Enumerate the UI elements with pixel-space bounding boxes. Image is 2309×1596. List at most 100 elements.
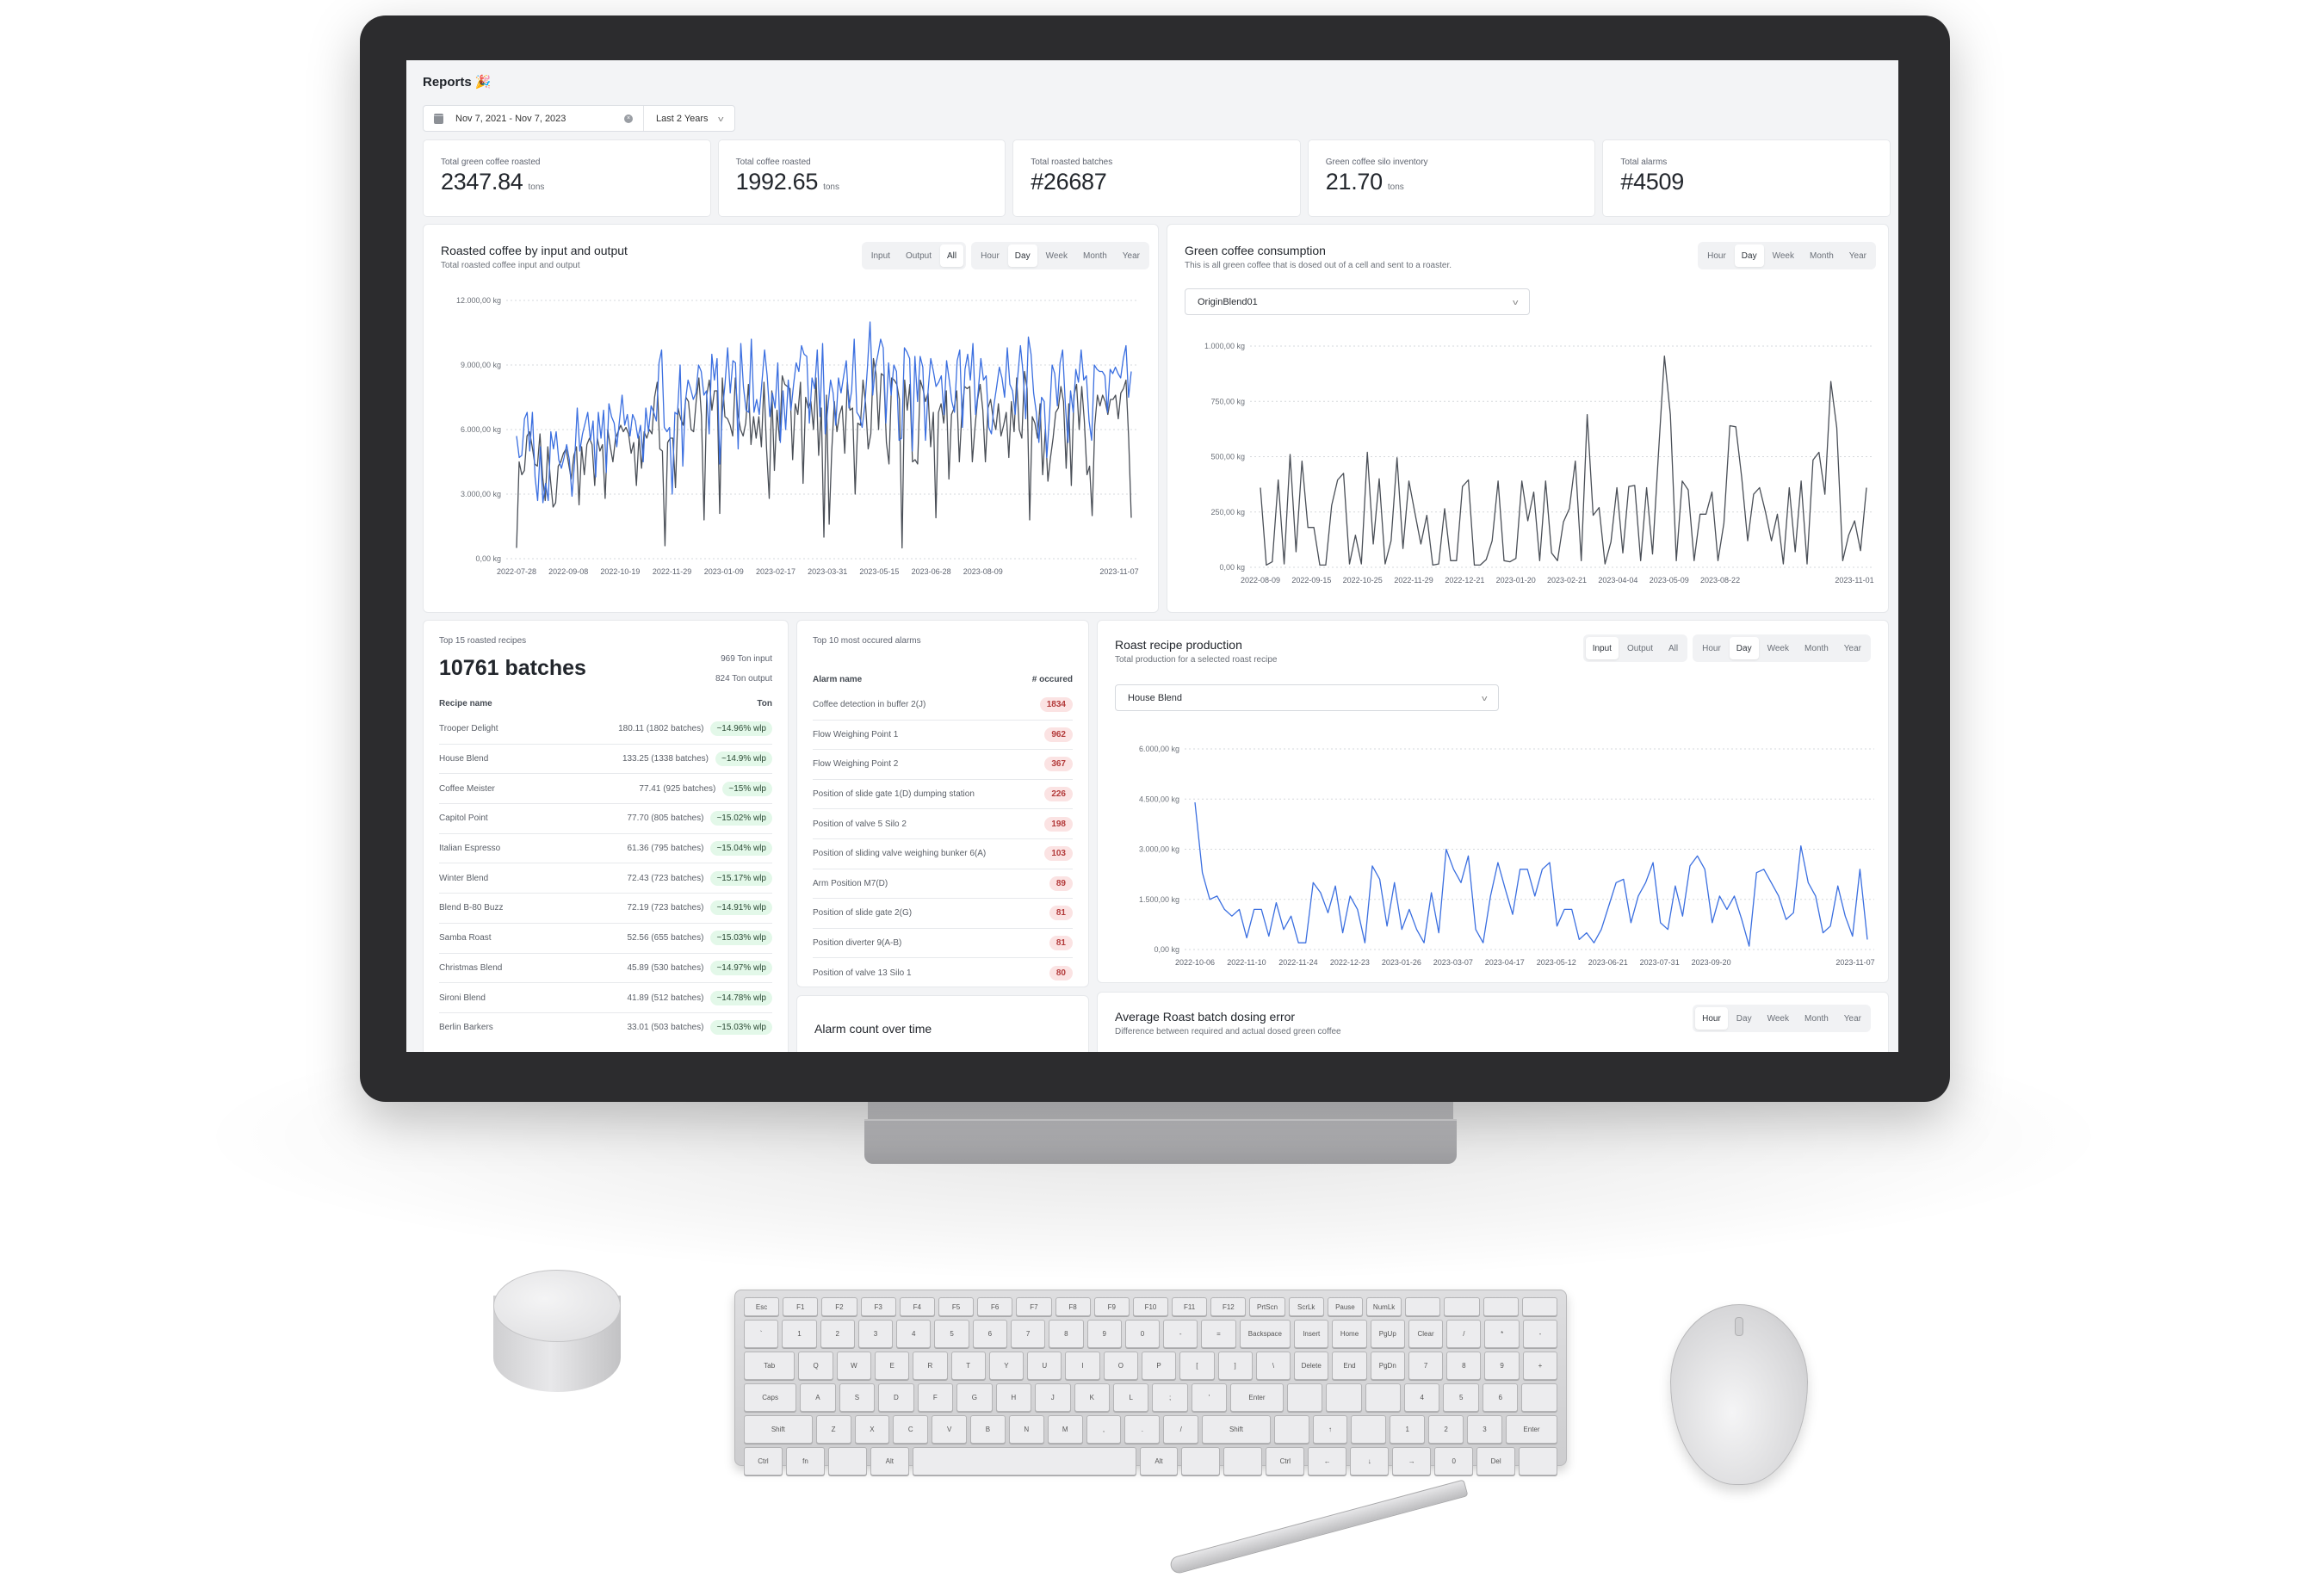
chevron-down-icon: v	[717, 114, 723, 123]
table-row: Flow Weighing Point 1 962	[813, 719, 1073, 750]
key: F10	[1132, 1297, 1169, 1316]
recipe-value: 52.56 (655 batches)	[627, 933, 704, 943]
date-filter: Nov 7, 2021 - Nov 7, 2023 × Last 2 Years…	[423, 105, 736, 132]
x-tick-label: 2023-01-26	[1382, 958, 1421, 967]
key: Backspace	[1239, 1320, 1291, 1348]
x-tick-label: 2022-10-06	[1175, 958, 1215, 967]
keyboard-row: Shift Z X C V B N M,. / Shift ↑ 1 2 3 Enter	[744, 1415, 1558, 1444]
kpi-unit: tons	[1387, 182, 1404, 192]
key	[827, 1447, 867, 1475]
table-row: Position of valve 5 Silo 2 198	[813, 808, 1073, 838]
alarm-count-badge: 367	[1044, 757, 1073, 772]
key: F6	[977, 1297, 1013, 1316]
key: K	[1074, 1383, 1110, 1412]
kpi-label: Total roasted batches	[1031, 158, 1113, 167]
wlp-badge: ~14.78% wlp	[710, 990, 772, 1005]
x-tick-label: 2022-08-09	[1241, 576, 1280, 585]
key	[1521, 1297, 1557, 1316]
toggle-day[interactable]: Day	[1730, 1007, 1759, 1030]
alarm-name: Position of slide gate 1(D) dumping stat…	[813, 789, 975, 800]
kpi-value: 1992.65	[735, 169, 819, 195]
col-occured: # occured	[1031, 675, 1073, 684]
kpi-value: 2347.84	[441, 169, 523, 195]
recipe-value: 77.70 (805 batches)	[627, 813, 704, 824]
toggle-year[interactable]: Year	[1837, 1007, 1868, 1030]
key: NumLk	[1366, 1297, 1402, 1316]
key: V	[932, 1415, 968, 1444]
key: ,	[1086, 1415, 1122, 1444]
table-row: Coffee detection in buffer 2(J) 1834	[813, 690, 1073, 720]
toggle-hour[interactable]: Hour	[1695, 1007, 1728, 1030]
key: [	[1179, 1352, 1215, 1380]
roasted-coffee-card: Roasted coffee by input and output Total…	[423, 224, 1159, 613]
y-tick-label: 6.000,00 kg	[1139, 745, 1179, 753]
recipe-production-chart: 0,00 kg 1.500,00 kg 3.000,00 kg 4.500,00 kg…	[1139, 745, 1875, 967]
key: Y	[988, 1352, 1025, 1380]
key: F2	[821, 1297, 857, 1316]
kpi-card: Green coffee silo inventory 21.70 tons	[1307, 139, 1596, 217]
clear-icon[interactable]: ×	[624, 114, 633, 123]
key: Enter	[1230, 1383, 1284, 1412]
alarm-name: Arm Position M7(D)	[813, 878, 888, 888]
recipes-output: 824 Ton output	[715, 674, 772, 684]
wlp-badge: ~14.91% wlp	[710, 900, 772, 916]
key: Ctrl	[1266, 1447, 1305, 1475]
party-popper-icon: 🎉	[474, 75, 492, 90]
preset-dropdown[interactable]: Last 2 Years v	[644, 106, 734, 131]
series-line-house-blend	[1194, 802, 1868, 947]
recipe-value: 61.36 (795 batches)	[627, 844, 704, 854]
table-row: Capitol Point 77.70 (805 batches) ~15.02% …	[439, 803, 772, 833]
x-tick-label: 2023-05-12	[1537, 958, 1576, 967]
key: Tab	[744, 1352, 795, 1380]
key	[1286, 1383, 1323, 1412]
y-tick-label: 3.000,00 kg	[461, 490, 501, 498]
x-tick-label: 2022-12-23	[1330, 958, 1370, 967]
key: Alt	[1139, 1447, 1179, 1475]
table-row: Berlin Barkers 33.01 (503 batches) ~15.03%…	[439, 1011, 772, 1042]
x-tick-label: 2022-10-19	[600, 567, 640, 576]
key: F	[917, 1383, 954, 1412]
recipe-name: Winter Blend	[439, 873, 489, 883]
toggle-week[interactable]: Week	[1761, 1007, 1796, 1030]
keyboard-row: ` 1 2 3 4 5 6 7 8 9 0- = Backspace Insert Home PgUp Clea…	[744, 1320, 1558, 1348]
recipes-table: Trooper Delight 180.11 (1802 batches) ~14.…	[439, 714, 772, 1042]
preset-value: Last 2 Years	[656, 113, 709, 124]
recipe-production-card: Roast recipe production Total production…	[1097, 620, 1889, 983]
key: ↑	[1312, 1415, 1348, 1444]
table-row: Winter Blend 72.43 (723 batches) ~15.17% w…	[439, 863, 772, 893]
key: P	[1141, 1352, 1177, 1380]
key: Delete	[1294, 1352, 1329, 1380]
wlp-badge: ~14.9% wlp	[715, 752, 772, 767]
keyboard: Esc F1 F2 F3 F4 F5 F6 F7 F8 F9 F10 F11 F12 PrtScn ScrL…	[734, 1290, 1567, 1475]
recipe-name: Capitol Point	[439, 813, 488, 824]
alarms-caption: Top 10 most occured alarms	[813, 636, 921, 646]
recipes-input: 969 Ton input	[721, 654, 772, 664]
table-row: Sironi Blend 41.89 (512 batches) ~14.78% w…	[439, 982, 772, 1012]
recipe-name: Christmas Blend	[439, 962, 503, 973]
table-row: Trooper Delight 180.11 (1802 batches) ~14.…	[439, 714, 772, 744]
key: 8	[1049, 1320, 1084, 1348]
key: F9	[1093, 1297, 1130, 1316]
alarm-name: Coffee detection in buffer 2(J)	[813, 699, 926, 709]
toggle-month[interactable]: Month	[1798, 1007, 1835, 1030]
alarm-count-badge: 103	[1044, 846, 1073, 862]
key: 3	[857, 1320, 894, 1348]
key: fn	[785, 1447, 825, 1475]
kpi-unit: tons	[528, 182, 545, 192]
page-title-text: Reports	[423, 75, 472, 90]
recipe-name: Italian Espresso	[439, 844, 501, 854]
key: F7	[1016, 1297, 1052, 1316]
key: F5	[938, 1297, 975, 1316]
key: 4	[896, 1320, 932, 1348]
alarm-count-badge: 226	[1044, 787, 1073, 802]
key: PrtScn	[1249, 1297, 1285, 1316]
x-tick-label: 2022-12-21	[1445, 576, 1484, 585]
recipe-name: House Blend	[439, 754, 489, 764]
date-range-picker[interactable]: Nov 7, 2021 - Nov 7, 2023 ×	[424, 106, 644, 131]
table-row: House Blend 133.25 (1338 batches) ~14.9% w…	[439, 743, 772, 774]
y-tick-label: 3.000,00 kg	[1139, 845, 1179, 854]
recipe-name: Sironi Blend	[439, 993, 486, 1003]
key: S	[839, 1383, 876, 1412]
key: /	[1446, 1320, 1482, 1348]
recipe-value: 45.89 (530 batches)	[627, 962, 704, 973]
